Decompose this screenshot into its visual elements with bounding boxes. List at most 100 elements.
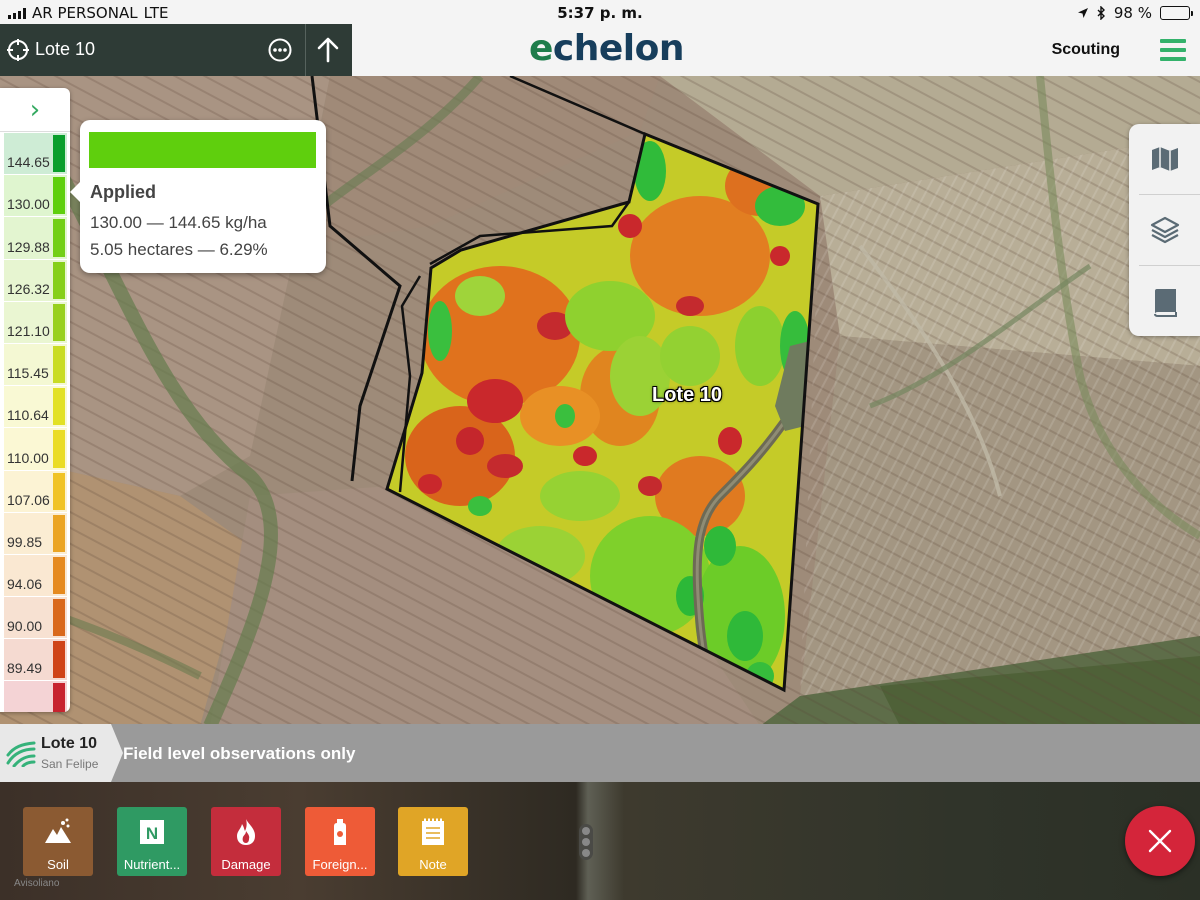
mode-label[interactable]: Scouting [1052, 41, 1120, 59]
legend-swatch [53, 556, 65, 595]
observation-soil-button[interactable]: Soil [23, 807, 93, 876]
legend-value: 89.49 [7, 660, 43, 677]
flame-icon [237, 819, 255, 845]
legend-swatch [53, 345, 65, 384]
field-info-strip: Lote 10 San Felipe Field level observati… [0, 724, 1200, 782]
logo-e: e [529, 28, 553, 69]
close-icon [1148, 829, 1172, 853]
observation-label: Damage [221, 857, 271, 872]
observation-label: Foreign... [312, 857, 368, 872]
tooltip-area: 5.05 hectares — 6.29% [90, 240, 268, 259]
map-icon [1152, 147, 1178, 171]
legend-row[interactable]: 107.06 [4, 470, 67, 513]
observation-tray: Soil N Nutrient... Damage Foreign... Not… [0, 782, 1200, 900]
legend-row[interactable]: 129.88 [4, 217, 67, 260]
book-icon [1154, 289, 1177, 317]
legend-row[interactable]: 130.00 [4, 175, 67, 218]
map-tools [1129, 124, 1200, 336]
observation-label: Nutrient... [123, 857, 181, 872]
legend-swatch [53, 303, 65, 341]
status-bar: AR PERSONAL LTE 5:37 p. m. 98 % [0, 0, 1200, 24]
arrow-up-icon[interactable] [316, 37, 340, 63]
legend-value: 130.00 [7, 196, 50, 213]
menu-icon[interactable] [1160, 39, 1186, 61]
legend-swatch [53, 514, 65, 552]
observation-nutrient-button[interactable]: N Nutrient... [117, 807, 187, 876]
legend-value: 94.06 [7, 576, 43, 593]
chevron-right-icon[interactable]: › [0, 88, 70, 132]
battery-icon [1160, 6, 1193, 20]
layers-icon [1150, 216, 1180, 244]
legend-value: 144.65 [7, 154, 50, 171]
legend-rows: 144.65 130.00 129.88 126.32 121.10 115.45 110.… [4, 133, 67, 712]
legend-swatch [53, 219, 65, 257]
legend-swatch [53, 430, 65, 468]
legend-swatch [53, 177, 65, 215]
bluetooth-icon [1097, 6, 1105, 20]
top-bar: Lote 10 echelon Scouting [0, 24, 1200, 76]
legend-row[interactable]: 90.00 [4, 597, 67, 640]
svg-text:N: N [146, 824, 158, 843]
layers-button[interactable] [1129, 195, 1200, 265]
legend-value: 126.32 [7, 280, 50, 297]
header-divider [305, 24, 306, 76]
strip-field-name: Lote 10 [41, 735, 98, 752]
strip-message: Field level observations only [123, 744, 356, 763]
location-arrow-icon [1077, 8, 1088, 18]
legend-value: 115.45 [7, 365, 49, 382]
legend-swatch [53, 683, 65, 712]
logo-text: chelon [552, 28, 685, 69]
tooltip-range: 130.00 — 144.65 kg/ha [90, 213, 267, 232]
observation-damage-button[interactable]: Damage [211, 807, 281, 876]
field-title[interactable]: Lote 10 [35, 39, 95, 60]
observation-note-button[interactable]: Note [398, 807, 468, 876]
tooltip-title: Applied [90, 182, 156, 202]
legend-tooltip: Applied 130.00 — 144.65 kg/ha 5.05 hecta… [70, 120, 326, 273]
legend-row[interactable]: 110.00 [4, 428, 67, 471]
legend-row[interactable] [4, 681, 67, 712]
legend-swatch [53, 135, 65, 173]
legend-row[interactable]: 115.45 [4, 343, 67, 387]
tooltip-color-bar [89, 132, 316, 168]
status-time: 5:37 p. m. [557, 4, 643, 22]
spray-can-icon [334, 819, 346, 845]
legend-row[interactable]: 110.64 [4, 386, 67, 429]
soil-icon [45, 818, 71, 843]
legend-swatch [53, 472, 65, 510]
crosshair-icon[interactable] [6, 38, 30, 62]
legend-swatch [53, 641, 65, 679]
observation-label: Note [419, 857, 447, 872]
observation-foreign-button[interactable]: Foreign... [305, 807, 375, 876]
close-button[interactable] [1125, 806, 1195, 876]
field-header: Lote 10 [0, 24, 352, 76]
legend-row[interactable]: 121.10 [4, 301, 67, 344]
legend-value: 90.00 [7, 618, 43, 635]
battery-percent: 98 % [1113, 4, 1152, 22]
legend-value: 107.06 [7, 491, 50, 508]
strip-farm-name: San Felipe [41, 757, 99, 771]
drag-handle[interactable] [579, 824, 593, 860]
notes-book-button[interactable] [1129, 266, 1200, 336]
notepad-icon [422, 818, 444, 845]
imagery-credit: Avisoliano [14, 878, 60, 889]
legend-value: 110.64 [7, 407, 49, 424]
legend-row[interactable]: 126.32 [4, 259, 67, 302]
status-right: 98 % [1077, 4, 1193, 22]
map-view-button[interactable] [1129, 124, 1200, 194]
legend-row[interactable]: 99.85 [4, 512, 67, 555]
legend-swatch [53, 388, 65, 426]
observation-label: Soil [47, 857, 69, 872]
legend-swatch [53, 261, 65, 299]
legend-value: 121.10 [7, 322, 50, 339]
legend-row[interactable]: 89.49 [4, 639, 67, 682]
echelon-logo: echelon [529, 28, 685, 69]
field-rows-icon [6, 741, 36, 767]
legend-row[interactable]: 94.06 [4, 554, 67, 598]
more-options-icon[interactable] [268, 38, 292, 62]
map-field-label: Lote 10 [652, 384, 723, 406]
rate-legend: › 144.65 130.00 129.88 126.32 121.10 115.45 11… [0, 88, 70, 712]
field-chip[interactable]: Lote 10 San Felipe [0, 724, 123, 782]
legend-value: 110.00 [7, 449, 49, 466]
legend-row[interactable]: 144.65 [4, 133, 67, 176]
legend-value: 129.88 [7, 238, 50, 255]
